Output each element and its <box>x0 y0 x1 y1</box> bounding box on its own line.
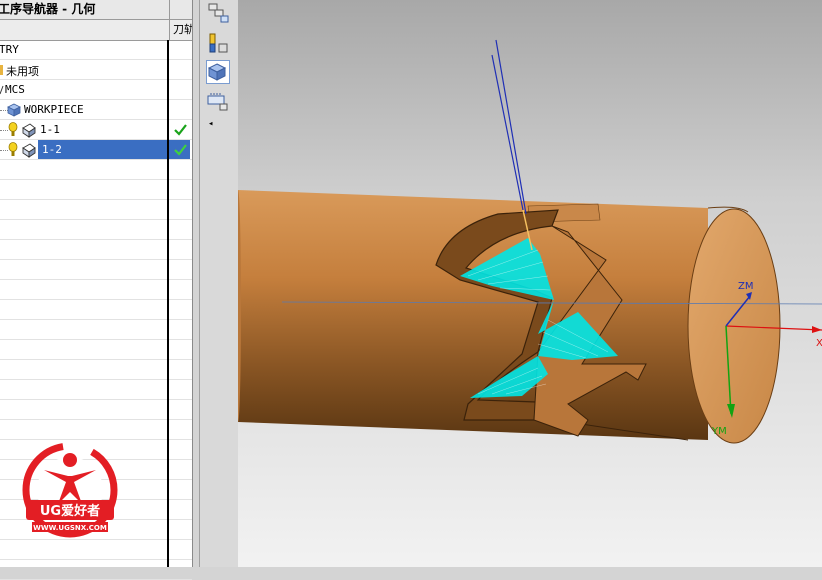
collapse-arrow-icon[interactable]: ◂ <box>208 119 213 129</box>
tree-row-label: MCS <box>5 83 25 96</box>
tree-row-empty <box>0 320 192 340</box>
machining-method-view-icon <box>207 93 228 111</box>
axis-label-zm: ZM <box>738 281 753 292</box>
operation-icon <box>22 143 36 158</box>
tree-row-operation-1-1[interactable]: 1-1 <box>0 120 192 140</box>
tree-row-operation-1-2[interactable]: 1-2 <box>0 140 192 160</box>
ugsnx-logo: UG爱好者 WWW.UGSNX.COM <box>22 442 118 538</box>
tree-row-label: TRY <box>0 43 19 56</box>
navigator-title: 工序导航器 - 几何 <box>0 0 192 20</box>
tree-row-empty <box>0 280 192 300</box>
graphics-viewport[interactable]: ZM YM X <box>238 0 822 567</box>
tree-row-label: 1-1 <box>40 123 60 136</box>
tree-row-unused[interactable]: 未用项 <box>0 60 192 80</box>
tree-row-empty <box>0 300 192 320</box>
machine-tool-view-button[interactable] <box>206 32 230 56</box>
mcs-icon <box>0 85 4 95</box>
tree-row-empty <box>0 380 192 400</box>
logo-url-text: WWW.UGSNX.COM <box>33 524 107 532</box>
title-separator <box>169 0 170 20</box>
tree-row-empty <box>0 400 192 420</box>
column-separator <box>167 40 169 567</box>
tree-row-mcs[interactable]: MCS <box>0 80 192 100</box>
checkmark-icon <box>174 124 187 136</box>
checkmark-icon <box>174 144 187 156</box>
operation-navigator-panel: 工序导航器 - 几何 刀轨 TRY 未用项 MCS WORKPIECE <box>0 0 193 580</box>
folder-icon <box>0 65 3 75</box>
geometry-view-icon <box>207 63 227 81</box>
machine-tool-view-icon <box>209 33 228 53</box>
tree-row-empty <box>0 560 192 580</box>
tree-row-empty <box>0 360 192 380</box>
tree-row-label: 1-2 <box>40 143 64 156</box>
status-bulb-icon <box>8 142 18 156</box>
tree-row-empty <box>0 180 192 200</box>
column-header-toolpath[interactable]: 刀轨 <box>169 20 192 40</box>
tree-row-geometry[interactable]: TRY <box>0 40 192 60</box>
tree-row-empty <box>0 260 192 280</box>
tree-row-empty <box>0 240 192 260</box>
tree-row-label: 未用项 <box>6 65 39 78</box>
tree-row-empty <box>0 220 192 240</box>
navigator-column-header: 刀轨 <box>0 20 192 41</box>
workpiece-icon <box>7 103 21 117</box>
geometry-view-button[interactable] <box>206 60 230 84</box>
tree-row-empty <box>0 420 192 440</box>
tree-connector <box>0 130 8 131</box>
axis-label-xm: X <box>816 338 822 349</box>
logo-brand-text: UG爱好者 <box>40 503 100 519</box>
program-order-view-icon <box>208 3 229 23</box>
tree-row-empty <box>0 340 192 360</box>
axis-label-ym: YM <box>711 426 727 437</box>
operation-icon <box>22 123 36 138</box>
tree-row-workpiece[interactable]: WORKPIECE <box>0 100 192 120</box>
tree-connector <box>0 150 8 151</box>
tree-row-empty <box>0 160 192 180</box>
machining-method-view-button[interactable] <box>206 90 230 114</box>
tree-row-label: WORKPIECE <box>24 103 84 116</box>
resource-toolbar: ◂ <box>199 0 239 567</box>
tree-row-empty <box>0 200 192 220</box>
status-bulb-icon <box>8 122 18 136</box>
program-order-view-button[interactable] <box>206 2 230 26</box>
